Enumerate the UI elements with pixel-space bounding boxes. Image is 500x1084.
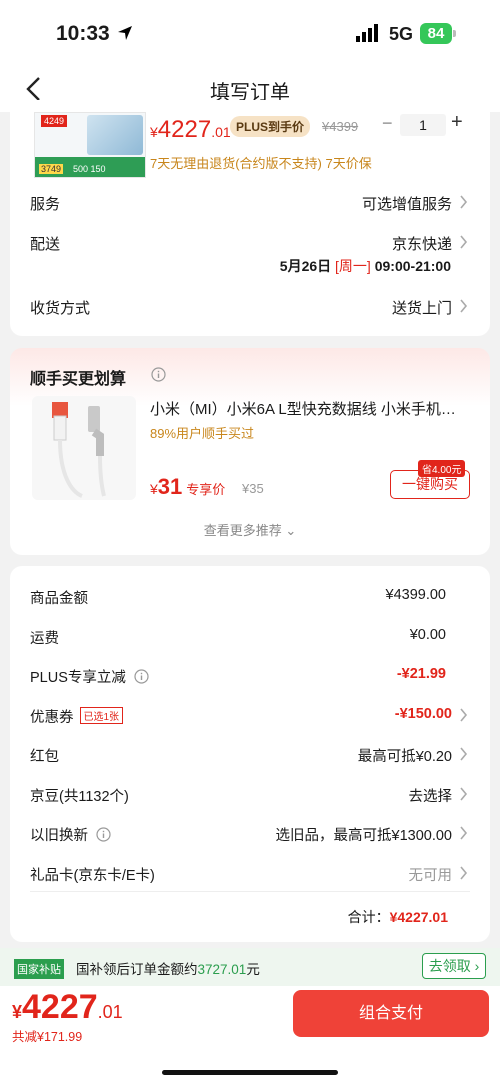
recommend-old-price: ¥35: [242, 481, 264, 496]
chevron-right-icon: [460, 235, 468, 249]
info-icon[interactable]: [151, 367, 166, 382]
chevron-right-icon: [460, 747, 468, 761]
recommend-title: 顺手买更划算: [30, 371, 127, 388]
plus-price-tag: PLUS到手价: [230, 116, 311, 137]
location-arrow-icon: [118, 26, 132, 40]
status-time: 10:33: [56, 22, 110, 45]
home-indicator: [162, 1070, 338, 1075]
subsidy-text: 国补领后订单金额约3727.01元: [76, 962, 260, 977]
subsidy-bar: 国家补贴 国补领后订单金额约3727.01元 去领取 ›: [0, 948, 500, 986]
chevron-right-icon: [460, 826, 468, 840]
receive-value: 送货上门: [391, 300, 452, 317]
return-policy: 7天无理由退货(合约版不支持) 7天价保: [150, 156, 372, 171]
more-recommend-link[interactable]: 查看更多推荐 ⌄: [10, 520, 490, 539]
info-icon[interactable]: [134, 669, 149, 684]
checkout-bar: ¥4227.01 共减¥171.99 组合支付: [0, 986, 500, 1084]
chevron-right-icon: [460, 299, 468, 313]
product-thumbnail[interactable]: 4249 3749 500 150: [34, 112, 146, 178]
battery-tip: [453, 30, 456, 37]
quantity-plus-button[interactable]: +: [451, 111, 463, 134]
cable-image[interactable]: [32, 396, 136, 500]
delivery-row[interactable]: 配送 京东快递: [30, 233, 468, 253]
thumb-price-tag: 4249: [41, 115, 68, 127]
combined-pay-button[interactable]: 组合支付: [293, 990, 489, 1037]
coupon-tag: 已选1张: [79, 707, 124, 724]
usb-cable-icon: [52, 402, 106, 498]
claim-subsidy-button[interactable]: 去领取 ›: [422, 953, 486, 979]
product-price: ¥4227.01: [150, 116, 231, 143]
chevron-right-icon: [460, 708, 468, 722]
quantity-input[interactable]: 1: [400, 114, 446, 136]
tablet-image: [87, 115, 143, 155]
order-total: 合计：¥4227.01: [347, 909, 448, 925]
quantity-minus-button[interactable]: −: [382, 113, 393, 134]
delivery-label: 配送: [30, 236, 61, 253]
chevron-down-icon: ⌄: [285, 523, 297, 538]
recommend-product-name[interactable]: 小米（MI）小米6A L型快充数据线 小米手机充电线: [150, 398, 470, 419]
receive-method-row[interactable]: 收货方式 送货上门: [30, 297, 468, 317]
price-summary-card: 商品金额 ¥4399.00 运费 ¥0.00 PLUS专享立减 -¥21.99 …: [10, 566, 490, 942]
delivery-carrier: 京东快递: [391, 236, 452, 253]
receive-label: 收货方式: [30, 300, 91, 317]
delivery-time: 5月26日 [周一] 09:00-21:00: [279, 258, 451, 274]
service-label: 服务: [30, 196, 61, 213]
service-value: 可选增值服务: [361, 196, 452, 213]
payable-amount: ¥4227.01: [12, 988, 123, 1026]
recommend-percent: 89%用户顺手买过: [150, 426, 255, 441]
recommend-card: 顺手买更划算 小米（MI）小米6A L型快充数据线 小米手机充电线 89%用户顺…: [10, 348, 490, 555]
recommend-price: ¥31 专享价: [150, 474, 226, 499]
signal-icon: [356, 24, 378, 42]
divider: [30, 891, 470, 892]
original-price: ¥4399: [322, 119, 359, 134]
service-row[interactable]: 服务 可选增值服务: [30, 193, 468, 213]
total-discount: 共减¥171.99: [12, 1030, 83, 1044]
thumb-badge-price: 3749: [39, 164, 64, 174]
chevron-right-icon: [460, 195, 468, 209]
battery-icon: 84: [420, 23, 452, 44]
thumb-badge-mid: 500 150: [73, 164, 106, 174]
chevron-right-icon: ›: [474, 958, 480, 974]
save-tag: 省4.00元: [418, 460, 466, 477]
subsidy-tag: 国家补贴: [14, 959, 64, 979]
info-icon[interactable]: [96, 827, 111, 842]
chevron-right-icon: [460, 787, 468, 801]
status-bar: 10:33 5G 84: [0, 0, 500, 66]
network-type: 5G: [389, 24, 414, 44]
chevron-right-icon: [460, 866, 468, 880]
